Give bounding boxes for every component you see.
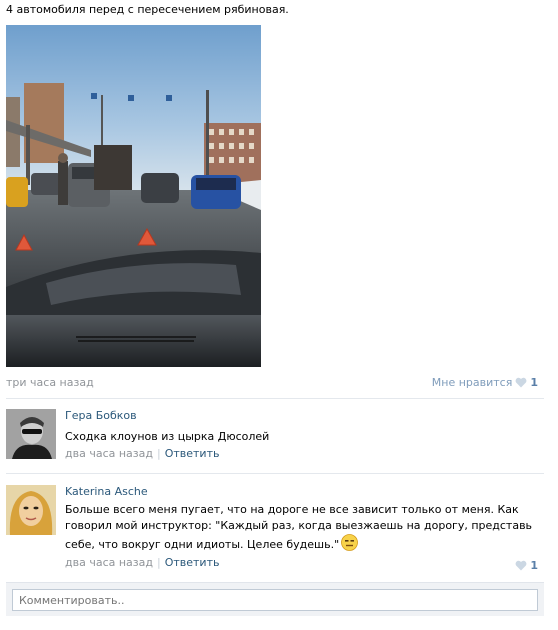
- post-photo[interactable]: [6, 25, 261, 367]
- reply-link[interactable]: Ответить: [165, 556, 220, 569]
- post-time[interactable]: три часа назад: [6, 376, 94, 389]
- avatar[interactable]: [6, 485, 56, 535]
- heart-icon: [515, 377, 527, 388]
- avatar-image: [6, 409, 56, 459]
- post-text: 4 автомобиля перед с пересечением рябино…: [6, 3, 289, 16]
- divider: [6, 398, 544, 399]
- comment-author[interactable]: Katerina Asche: [65, 485, 536, 498]
- comment-form: [6, 582, 544, 616]
- comment-like-button[interactable]: 1: [515, 559, 538, 572]
- avatar[interactable]: [6, 409, 56, 459]
- separator: |: [156, 447, 161, 460]
- road-traffic-photo: [6, 25, 261, 367]
- comment: Гера Бобков Сходка клоунов из цырка Дюсо…: [6, 409, 544, 464]
- comment-author[interactable]: Гера Бобков: [65, 409, 536, 422]
- comment-meta: два часа назад | Ответить: [65, 447, 536, 460]
- avatar-image: [6, 485, 56, 535]
- heart-icon: [515, 560, 527, 571]
- comment-time[interactable]: два часа назад: [65, 556, 153, 569]
- post-meta: три часа назад Мне нравится 1: [6, 375, 538, 391]
- reply-link[interactable]: Ответить: [165, 447, 220, 460]
- comment-time[interactable]: два часа назад: [65, 447, 153, 460]
- comment: Katerina Asche Больше всего меня пугает,…: [6, 485, 544, 575]
- comment-like-count: 1: [530, 559, 538, 572]
- divider: [6, 473, 544, 474]
- separator: |: [156, 556, 161, 569]
- comment-body: Гера Бобков Сходка клоунов из цырка Дюсо…: [65, 409, 536, 460]
- comment-meta: два часа назад | Ответить: [65, 556, 536, 569]
- comment-text-wrap: Больше всего меня пугает, что на дороге …: [65, 502, 536, 553]
- like-count: 1: [530, 376, 538, 389]
- comment-text: Сходка клоунов из цырка Дюсолей: [65, 430, 270, 443]
- like-label: Мне нравится: [431, 376, 513, 389]
- smiley-icon: [341, 534, 359, 551]
- comment-text: Больше всего меня пугает, что на дороге …: [65, 503, 533, 551]
- comment-body: Katerina Asche Больше всего меня пугает,…: [65, 485, 536, 569]
- like-button[interactable]: Мне нравится 1: [432, 376, 538, 389]
- comment-input[interactable]: [12, 589, 538, 611]
